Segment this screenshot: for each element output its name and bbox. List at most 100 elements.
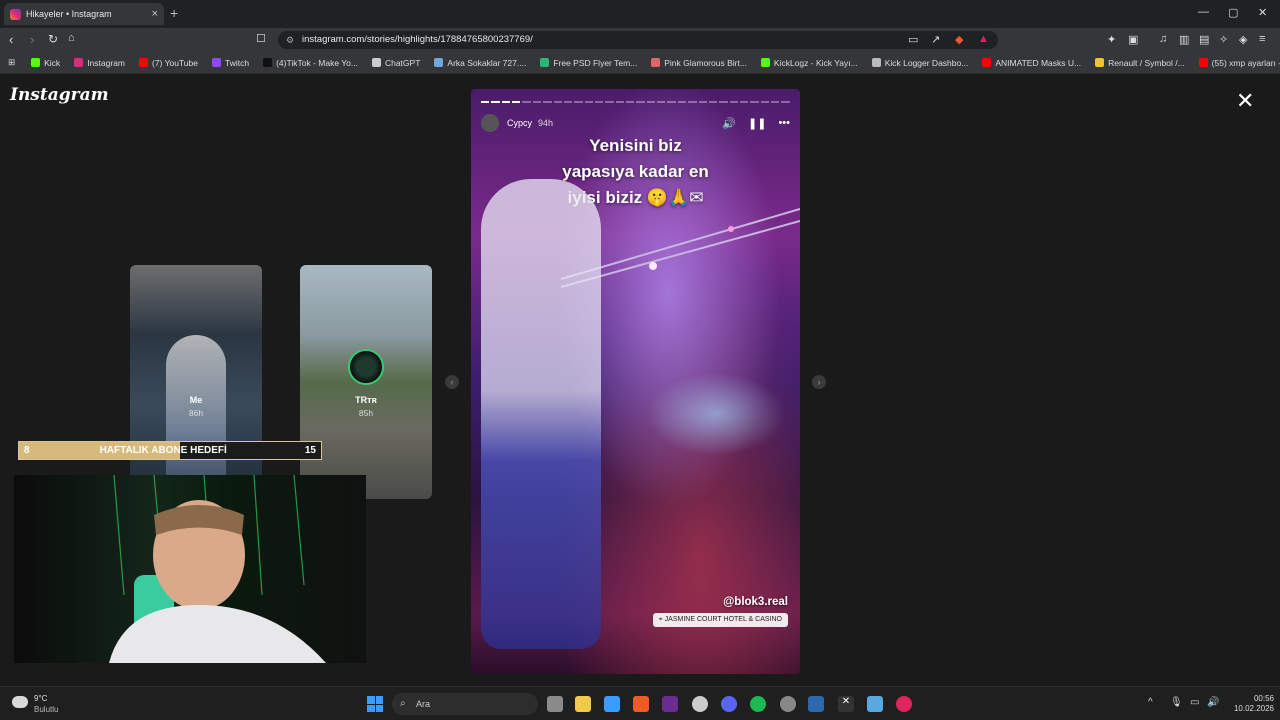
story-location-sticker[interactable]: ⌖ JASMINE COURT HOTEL & CASINO [652,613,788,627]
discord-icon[interactable] [721,696,737,712]
progress-segment [677,101,687,103]
subscriber-goal-bar: 8 HAFTALIK ABONE HEDEFİ 15 [18,441,322,460]
bookmark-item[interactable]: ChatGPT [371,58,420,68]
bookmark-item[interactable]: KickLogz - Kick Yayı... [760,58,858,68]
story-preview-tr[interactable]: TRᴛʀ 85h [300,265,432,499]
minimize-icon[interactable]: — [1198,6,1209,18]
tab-title: Hikayeler • Instagram [26,9,112,19]
browser-tab-bar: Hikayeler • Instagram × + — ▢ ✕ [0,0,1280,28]
story-header: Cypcy 94h 🔊 ❚❚ ••• [481,113,790,133]
progress-segment [532,101,542,103]
taskbar-search[interactable]: ⌕ Ara [392,693,538,715]
search-placeholder: Ara [416,699,431,709]
bookmark-item[interactable]: ANIMATED Masks U... [982,58,1081,68]
goal-label: HAFTALIK ABONE HEDEFİ [99,445,227,456]
instagram-icon [74,58,84,67]
bookmark-item[interactable]: (4)TikTok - Make Yo... [263,58,358,68]
media-icon[interactable]: ♫ [1159,33,1167,45]
progress-segment [750,101,759,103]
goal-current: 8 [24,445,30,456]
network-icon[interactable]: ▭ [1190,697,1199,708]
leo-ai-icon[interactable]: ✧ [1219,33,1228,46]
brave-rewards-icon[interactable]: ▲ [978,33,989,45]
globe-icon [871,58,881,67]
wallet-icon[interactable]: ▤ [1199,33,1209,46]
instagram-logo[interactable]: Instagram [10,85,109,105]
photos-icon[interactable] [867,696,883,712]
share-icon[interactable]: ↗ [931,33,940,46]
preview-time: 85h [358,408,374,418]
vpn-icon[interactable]: ◈ [1239,33,1247,46]
app-icon[interactable] [780,696,796,712]
screenshot-icon[interactable]: ▣ [1128,33,1138,46]
story-username[interactable]: Cypcy [507,118,532,128]
progress-segment [771,101,780,103]
task-view-icon[interactable] [547,696,563,712]
brave-shield-icon[interactable]: ◆ [955,33,963,46]
close-story-button[interactable]: ✕ [1236,88,1254,114]
progress-segment [646,101,656,103]
previous-story-chevron-icon[interactable]: ‹ [445,375,459,389]
steam-active-icon[interactable] [808,696,824,712]
menu-icon[interactable]: ≡ [1259,33,1265,45]
forward-icon[interactable]: › [30,32,34,47]
address-bar[interactable]: ⚙ instagram.com/stories/highlights/17884… [278,31,998,49]
bookmark-item[interactable]: (55) xmp ayarları - Y... [1198,58,1280,68]
cast-icon[interactable]: ▭ [908,33,918,46]
tray-overflow-icon[interactable]: ^ [1148,697,1153,708]
progress-segment [501,101,511,103]
bookmark-item[interactable]: Kick [31,58,60,68]
system-clock[interactable]: 00:56 10.02.2026 [1226,694,1274,714]
new-tab-button[interactable]: + [170,5,178,21]
bookmark-item[interactable]: Pink Glamorous Birt... [651,58,747,68]
file-explorer-icon[interactable] [575,696,591,712]
apps-icon[interactable]: ⊞ [8,57,15,68]
story-frame[interactable]: Cypcy 94h 🔊 ❚❚ ••• Yenisini biz yapasıya… [471,89,800,674]
spotify-icon[interactable] [750,696,766,712]
bookmark-item[interactable]: Arka Sokaklar 727.... [434,58,526,68]
back-icon[interactable]: ‹ [9,32,13,47]
window-close-icon[interactable]: ✕ [1258,6,1267,19]
bookmark-item[interactable]: Kick Logger Dashbo... [871,58,968,68]
bookmark-icon[interactable]: ☐ [256,32,266,45]
home-icon[interactable]: ⌂ [68,32,75,44]
browser-tab[interactable]: Hikayeler • Instagram × [4,3,164,25]
store-icon[interactable] [604,696,620,712]
next-story-chevron-icon[interactable]: › [812,375,826,389]
bookmark-item[interactable]: Instagram [74,58,125,68]
speaker-icon[interactable]: 🔊 [1207,697,1219,708]
sidebar-icon[interactable]: ▥ [1179,33,1189,46]
weather-widget[interactable]: 9°C Bulutlu [12,692,82,716]
pause-icon[interactable]: ❚❚ [748,117,766,130]
extensions-icon[interactable]: ✦ [1107,33,1116,46]
reload-icon[interactable]: ↻ [48,32,58,46]
story-preview-me[interactable]: Me 86h [130,265,262,499]
next-app-icon[interactable] [662,696,678,712]
story-progress-bar [481,101,790,103]
story-mention[interactable]: @blok3.real [723,596,788,608]
webcam-overlay [14,475,366,663]
brave-icon[interactable] [633,696,649,712]
bookmark-item[interactable]: Renault / Symbol /... [1095,58,1185,68]
progress-segment [636,101,645,103]
bookmark-item[interactable]: Free PSD Flyer Tem... [540,58,637,68]
volume-icon[interactable]: 🔊 [722,117,736,130]
maximize-icon[interactable]: ▢ [1228,6,1238,19]
progress-segment [729,101,738,103]
story-author-avatar[interactable] [481,114,499,132]
more-options-icon[interactable]: ••• [778,117,790,130]
tab-close-icon[interactable]: × [152,8,158,20]
site-info-icon[interactable]: ⚙ [286,31,294,49]
microphone-icon[interactable]: 🎙 [1170,697,1183,708]
bookmark-item[interactable]: Twitch [211,58,249,68]
steam-icon[interactable] [692,696,708,712]
capcut-icon[interactable]: ✕ [838,696,854,712]
progress-segment [739,101,749,103]
opera-icon[interactable] [896,696,912,712]
windows-start-icon[interactable] [367,696,383,712]
progress-segment [708,101,718,103]
symbol-icon [1095,58,1105,67]
clock-date: 10.02.2026 [1233,704,1274,713]
progress-segment [594,101,604,103]
bookmark-item[interactable]: (7) YouTube [138,58,198,68]
